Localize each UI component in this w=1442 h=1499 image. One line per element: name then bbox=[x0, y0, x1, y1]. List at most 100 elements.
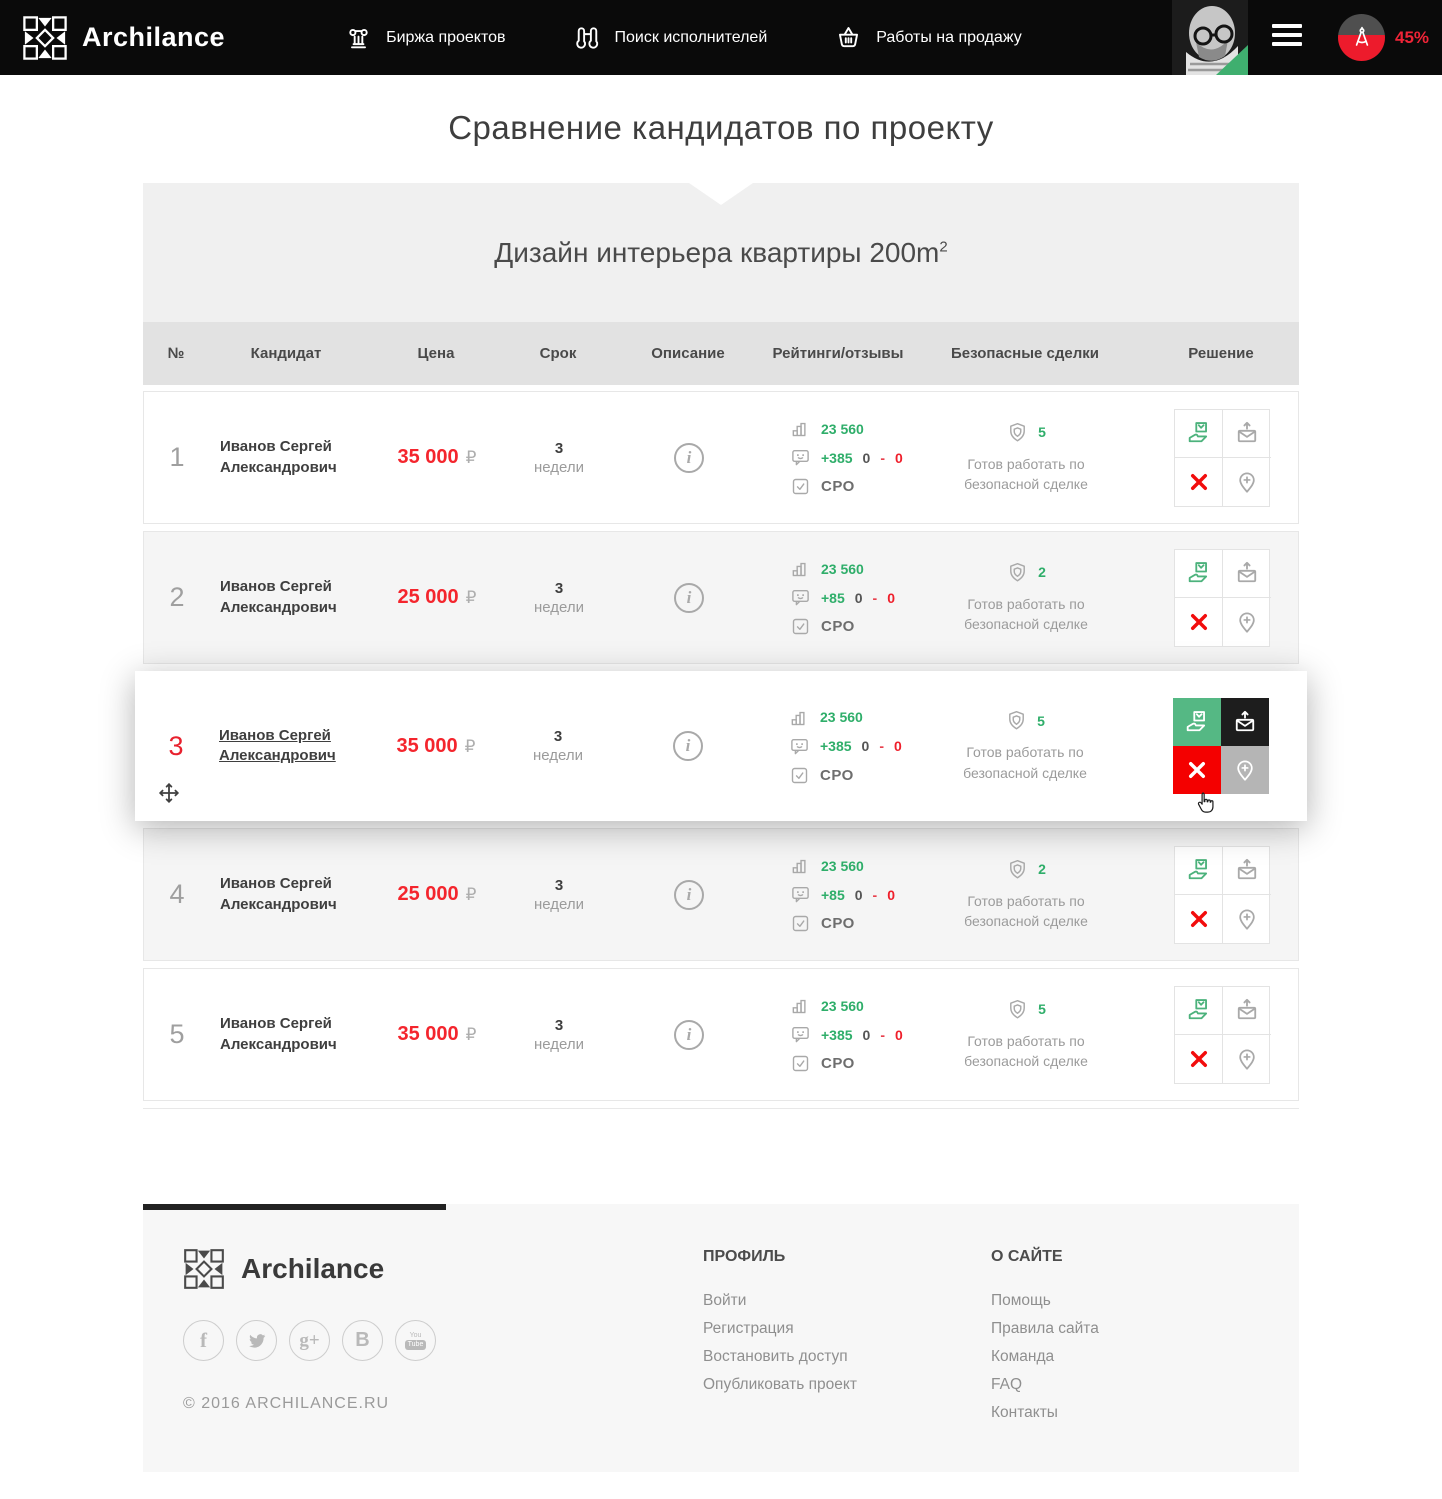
safe-deal-cell: 2 Готов работать по безопасной сделке bbox=[908, 561, 1144, 635]
info-icon[interactable]: i bbox=[673, 731, 703, 761]
bar-chart-icon bbox=[789, 707, 810, 728]
table-bottom-spacer bbox=[143, 1108, 1299, 1204]
facebook-icon[interactable]: f bbox=[183, 1320, 224, 1361]
price-cell: 25 000₽ bbox=[364, 586, 510, 609]
info-icon[interactable]: i bbox=[674, 443, 704, 473]
send-message-button[interactable] bbox=[1223, 550, 1271, 598]
candidate-name-link[interactable]: Иванов Сергей Александрович bbox=[220, 437, 364, 478]
nav-item-find-contractors[interactable]: Поиск исполнителей bbox=[574, 24, 768, 51]
decision-cell bbox=[1143, 698, 1299, 794]
archilance-logo-icon bbox=[183, 1248, 225, 1290]
nav-item-works-for-sale[interactable]: Работы на продажу bbox=[835, 24, 1021, 51]
description-cell: i bbox=[608, 1020, 770, 1050]
col-header-price: Цена bbox=[363, 345, 509, 362]
project-title-sup: 2 bbox=[939, 238, 947, 255]
decision-cell bbox=[1144, 986, 1300, 1084]
footer-brand[interactable]: Archilance bbox=[183, 1248, 703, 1290]
pin-plus-icon bbox=[1234, 1046, 1260, 1072]
brand[interactable]: Archilance bbox=[22, 15, 225, 61]
footer-link-faq[interactable]: FAQ bbox=[991, 1376, 1099, 1394]
cross-icon bbox=[1186, 469, 1212, 495]
table-row: 1 Иванов Сергей Александрович 35 000₽ 3н… bbox=[143, 391, 1299, 524]
table-rows: 1 Иванов Сергей Александрович 35 000₽ 3н… bbox=[143, 391, 1299, 1101]
reject-button[interactable] bbox=[1175, 895, 1223, 943]
reject-button[interactable] bbox=[1175, 598, 1223, 646]
reject-button[interactable] bbox=[1175, 1035, 1223, 1083]
footer-link-publish-project[interactable]: Опубликовать проект bbox=[703, 1376, 991, 1394]
info-icon[interactable]: i bbox=[674, 880, 704, 910]
footer-link-help[interactable]: Помощь bbox=[991, 1292, 1099, 1310]
ruble-sign: ₽ bbox=[466, 1025, 477, 1045]
avatar-photo bbox=[1172, 0, 1248, 75]
ruble-sign: ₽ bbox=[466, 588, 477, 608]
hire-button[interactable] bbox=[1173, 698, 1221, 746]
col-header-description: Описание bbox=[607, 345, 769, 362]
table-row: 5 Иванов Сергей Александрович 35 000₽ 3н… bbox=[143, 968, 1299, 1101]
pin-plus-button[interactable] bbox=[1223, 458, 1271, 506]
send-message-button[interactable] bbox=[1221, 698, 1269, 746]
behance-icon[interactable]: B bbox=[342, 1320, 383, 1361]
shield-icon bbox=[1006, 421, 1029, 444]
nav-label: Поиск исполнителей bbox=[615, 29, 768, 47]
info-icon[interactable]: i bbox=[674, 583, 704, 613]
reviews-icon bbox=[790, 1024, 811, 1045]
twitter-icon[interactable] bbox=[236, 1320, 277, 1361]
candidate-name-link[interactable]: Иванов Сергей Александрович bbox=[220, 577, 364, 618]
col-header-safe-deals: Безопасные сделки bbox=[907, 345, 1143, 362]
hand-with-package-icon bbox=[1186, 997, 1212, 1023]
nav-item-projects-exchange[interactable]: Биржа проектов bbox=[345, 24, 505, 51]
send-message-button[interactable] bbox=[1223, 410, 1271, 458]
hand-cursor bbox=[1193, 790, 1219, 816]
pin-plus-button[interactable] bbox=[1223, 895, 1271, 943]
google-plus-icon[interactable]: g+ bbox=[289, 1320, 330, 1361]
pin-plus-button[interactable] bbox=[1223, 598, 1271, 646]
hire-button[interactable] bbox=[1175, 847, 1223, 895]
pin-plus-button[interactable] bbox=[1221, 746, 1269, 794]
youtube-icon[interactable]: You Tube bbox=[395, 1320, 436, 1361]
ruble-sign: ₽ bbox=[465, 737, 476, 757]
bar-chart-icon bbox=[790, 995, 811, 1016]
main-nav: Биржа проектов Поиск исполнителей Работы… bbox=[345, 24, 1022, 51]
footer-link-register[interactable]: Регистрация bbox=[703, 1320, 991, 1338]
hand-with-package-icon bbox=[1186, 560, 1212, 586]
description-cell: i bbox=[608, 880, 770, 910]
profile-progress-circle[interactable] bbox=[1338, 14, 1385, 61]
envelope-up-icon bbox=[1232, 709, 1258, 735]
compass-icon bbox=[1350, 26, 1374, 50]
send-message-button[interactable] bbox=[1223, 987, 1271, 1035]
hire-button[interactable] bbox=[1175, 410, 1223, 458]
user-avatar[interactable] bbox=[1172, 0, 1248, 75]
term-cell: 3недели bbox=[510, 440, 608, 476]
hire-button[interactable] bbox=[1175, 550, 1223, 598]
reject-button[interactable] bbox=[1173, 746, 1221, 794]
drag-move-icon[interactable] bbox=[157, 781, 181, 805]
reject-button[interactable] bbox=[1175, 458, 1223, 506]
pin-plus-button[interactable] bbox=[1223, 1035, 1271, 1083]
hire-button[interactable] bbox=[1175, 987, 1223, 1035]
candidate-name-link[interactable]: Иванов Сергей Александрович bbox=[220, 1014, 364, 1055]
footer-link-site-rules[interactable]: Правила сайта bbox=[991, 1320, 1099, 1338]
profile-progress: 45% bbox=[1338, 14, 1429, 61]
reviews-icon bbox=[790, 884, 811, 905]
footer-link-team[interactable]: Команда bbox=[991, 1348, 1099, 1366]
info-icon[interactable]: i bbox=[674, 1020, 704, 1050]
table-row: 2 Иванов Сергей Александрович 25 000₽ 3н… bbox=[143, 531, 1299, 664]
decision-cell bbox=[1144, 846, 1300, 944]
row-number: 3 bbox=[143, 731, 209, 762]
term-cell: 3недели bbox=[510, 580, 608, 616]
ratings-cell: 23 560 +3850-0 СРО bbox=[770, 418, 908, 497]
envelope-up-icon bbox=[1234, 420, 1260, 446]
project-band: Дизайн интерьера квартиры 200m2 bbox=[143, 183, 1299, 322]
safe-deal-text: Готов работать по безопасной сделке bbox=[946, 891, 1106, 932]
send-message-button[interactable] bbox=[1223, 847, 1271, 895]
envelope-up-icon bbox=[1234, 857, 1260, 883]
footer-link-restore-access[interactable]: Востановить доступ bbox=[703, 1348, 991, 1366]
pin-plus-icon bbox=[1234, 609, 1260, 635]
safe-deal-text: Готов работать по безопасной сделке bbox=[945, 742, 1105, 783]
footer-link-login[interactable]: Войти bbox=[703, 1292, 991, 1310]
footer-link-contacts[interactable]: Контакты bbox=[991, 1404, 1099, 1422]
shield-icon bbox=[1005, 709, 1028, 732]
hamburger-menu-icon[interactable] bbox=[1272, 24, 1302, 51]
candidate-name-link[interactable]: Иванов Сергей Александрович bbox=[219, 726, 363, 767]
candidate-name-link[interactable]: Иванов Сергей Александрович bbox=[220, 874, 364, 915]
